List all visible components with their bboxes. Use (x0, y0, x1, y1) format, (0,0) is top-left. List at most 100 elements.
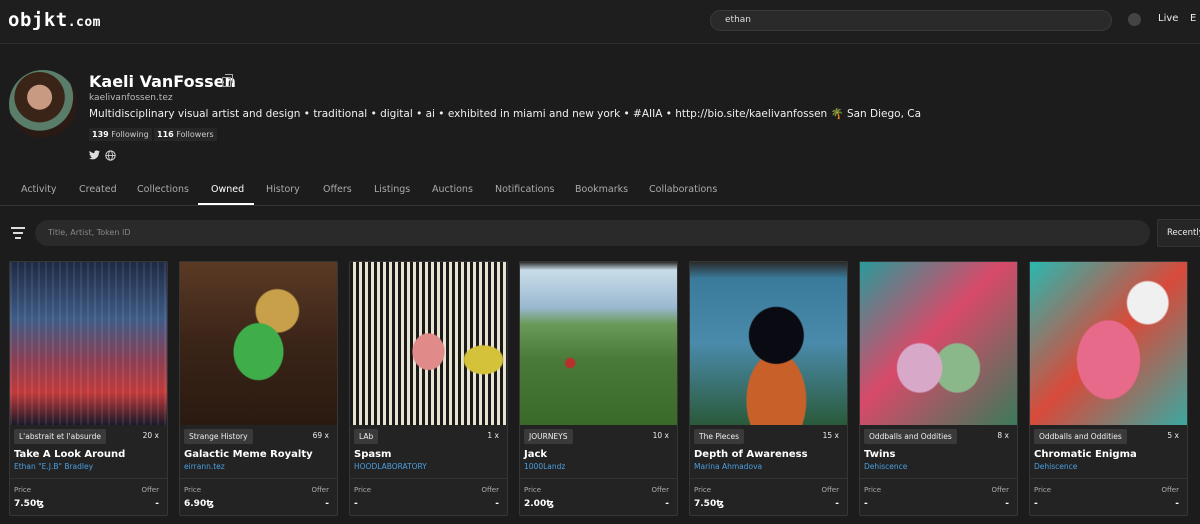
collection-badge[interactable]: Oddballs and Oddities (864, 429, 957, 444)
token-card[interactable]: Oddballs and Oddities 5 x Chromatic Enig… (1029, 261, 1188, 516)
artist-link[interactable]: Dehiscence (1034, 462, 1077, 471)
price-value[interactable]: 7.50ꜩ (694, 499, 724, 509)
token-title[interactable]: Galactic Meme Royalty (184, 449, 313, 460)
token-card[interactable]: Strange History 69 x Galactic Meme Royal… (179, 261, 338, 516)
card-divider (690, 478, 847, 479)
profile-bio: Multidisciplinary visual artist and desi… (89, 108, 922, 120)
artist-link[interactable]: eirrann.tez (184, 462, 225, 471)
price-value[interactable]: 2.00ꜩ (524, 499, 554, 509)
token-artwork[interactable] (180, 262, 337, 425)
site-logo[interactable]: objkt.com (8, 9, 101, 31)
token-card[interactable]: The Pieces 15 x Depth of Awareness Marin… (689, 261, 848, 516)
tab-listings[interactable]: Listings (374, 184, 410, 195)
card-divider (520, 478, 677, 479)
offer-value[interactable]: - (1175, 499, 1179, 509)
tab-notifications[interactable]: Notifications (495, 184, 554, 195)
price-value[interactable]: - (354, 499, 358, 509)
offer-value[interactable]: - (835, 499, 839, 509)
collection-badge[interactable]: Strange History (184, 429, 253, 444)
tab-activity[interactable]: Activity (21, 184, 57, 195)
artist-link[interactable]: HOODLABORATORY (354, 462, 427, 471)
artist-link[interactable]: 1000Landz (524, 462, 565, 471)
offer-value[interactable]: - (665, 499, 669, 509)
edition-count: 5 x (1167, 431, 1179, 440)
offer-value[interactable]: - (155, 499, 159, 509)
price-value[interactable]: 7.50ꜩ (14, 499, 44, 509)
token-title[interactable]: Twins (864, 449, 895, 460)
copy-address-icon[interactable] (222, 74, 233, 87)
token-card[interactable]: JOURNEYS 10 x Jack 1000Landz Price Offer… (519, 261, 678, 516)
twitter-icon[interactable] (89, 150, 100, 160)
token-title[interactable]: Spasm (354, 449, 391, 460)
card-divider (10, 478, 167, 479)
artist-link[interactable]: Ethan "E.J.B" Bradley (14, 462, 93, 471)
artist-link[interactable]: Marina Ahmadova (694, 462, 762, 471)
token-artwork[interactable] (1030, 262, 1187, 425)
card-divider (1030, 478, 1187, 479)
tab-collaborations[interactable]: Collaborations (649, 184, 717, 195)
globe-icon[interactable] (105, 150, 116, 161)
edition-count: 69 x (312, 431, 329, 440)
top-bar: objkt.com ethan Live E (0, 0, 1200, 44)
token-artwork[interactable] (10, 262, 167, 425)
tab-created[interactable]: Created (79, 184, 117, 195)
theme-toggle-icon[interactable] (1128, 13, 1141, 26)
offer-label: Offer (821, 486, 839, 494)
collection-badge[interactable]: Oddballs and Oddities (1034, 429, 1127, 444)
tab-owned[interactable]: Owned (211, 184, 244, 195)
token-card[interactable]: Oddballs and Oddities 8 x Twins Dehiscen… (859, 261, 1018, 516)
price-label: Price (14, 486, 32, 494)
price-value[interactable]: 6.90ꜩ (184, 499, 214, 509)
token-title[interactable]: Chromatic Enigma (1034, 449, 1137, 460)
offer-value[interactable]: - (325, 499, 329, 509)
token-title[interactable]: Depth of Awareness (694, 449, 808, 460)
token-card[interactable]: LAb 1 x Spasm HOODLABORATORY Price Offer… (349, 261, 508, 516)
token-artwork[interactable] (520, 262, 677, 425)
sort-select[interactable]: Recently li (1157, 219, 1200, 247)
price-label: Price (184, 486, 202, 494)
collection-badge[interactable]: JOURNEYS (524, 429, 573, 444)
price-label: Price (1034, 486, 1052, 494)
offer-value[interactable]: - (1005, 499, 1009, 509)
followers-count[interactable]: 116 Followers (154, 128, 217, 141)
offer-label: Offer (991, 486, 1009, 494)
edition-count: 15 x (822, 431, 839, 440)
card-divider (180, 478, 337, 479)
filter-icon[interactable] (11, 227, 25, 239)
offer-label: Offer (1161, 486, 1179, 494)
token-artwork[interactable] (860, 262, 1017, 425)
collection-badge[interactable]: L'abstrait et l'absurde (14, 429, 106, 444)
edition-count: 8 x (997, 431, 1009, 440)
tezos-domain[interactable]: kaelivanfossen.tez (89, 93, 173, 103)
global-search-input[interactable]: ethan (710, 10, 1112, 31)
active-tab-indicator (198, 203, 254, 205)
offer-label: Offer (481, 486, 499, 494)
following-count[interactable]: 139 Following (89, 128, 152, 141)
tab-auctions[interactable]: Auctions (432, 184, 473, 195)
profile-avatar (9, 70, 77, 138)
token-artwork[interactable] (690, 262, 847, 425)
collection-badge[interactable]: LAb (354, 429, 379, 444)
tab-collections[interactable]: Collections (137, 184, 189, 195)
edition-count: 20 x (142, 431, 159, 440)
token-title[interactable]: Jack (524, 449, 547, 460)
token-artwork[interactable] (350, 262, 507, 425)
profile-tabs: Activity Created Collections Owned Histo… (0, 176, 1200, 206)
token-card[interactable]: L'abstrait et l'absurde 20 x Take A Look… (9, 261, 168, 516)
token-title[interactable]: Take A Look Around (14, 449, 125, 460)
price-value[interactable]: - (1034, 499, 1038, 509)
price-value[interactable]: - (864, 499, 868, 509)
token-search-input[interactable]: Title, Artist, Token ID (35, 220, 1150, 246)
tab-bookmarks[interactable]: Bookmarks (575, 184, 628, 195)
offer-label: Offer (141, 486, 159, 494)
live-link[interactable]: Live (1158, 13, 1178, 24)
profile-name: Kaeli VanFossen (89, 72, 236, 91)
tab-history[interactable]: History (266, 184, 300, 195)
explore-link[interactable]: E (1190, 13, 1196, 24)
price-label: Price (694, 486, 712, 494)
offer-value[interactable]: - (495, 499, 499, 509)
artist-link[interactable]: Dehiscence (864, 462, 907, 471)
tab-offers[interactable]: Offers (323, 184, 352, 195)
card-divider (860, 478, 1017, 479)
collection-badge[interactable]: The Pieces (694, 429, 745, 444)
